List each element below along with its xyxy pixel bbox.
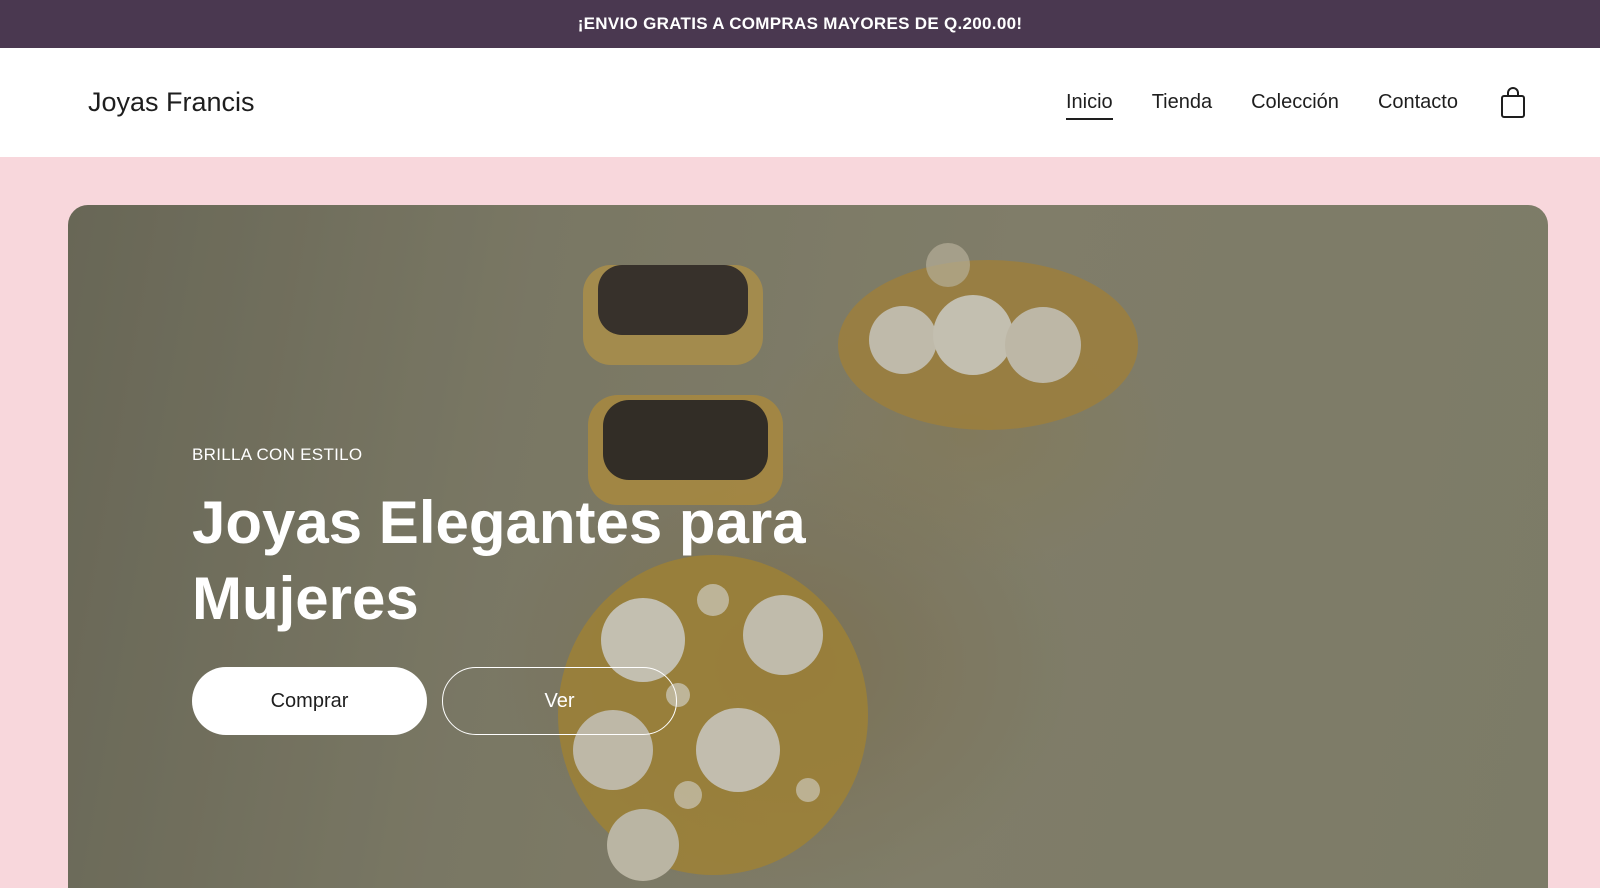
- shopping-bag-icon[interactable]: [1500, 86, 1528, 119]
- main-nav: Inicio Tienda Colección Contacto: [1027, 85, 1528, 120]
- brand-logo-text[interactable]: Joyas Francis: [88, 87, 255, 118]
- site-header: Joyas Francis Inicio Tienda Colección Co…: [0, 48, 1600, 157]
- hero-section: BRILLA CON ESTILO Joyas Elegantes para M…: [0, 157, 1600, 888]
- announcement-bar: ¡ENVIO GRATIS A COMPRAS MAYORES DE Q.200…: [0, 0, 1600, 48]
- hero-banner: BRILLA CON ESTILO Joyas Elegantes para M…: [68, 205, 1548, 888]
- hero-eyebrow: BRILLA CON ESTILO: [192, 445, 363, 464]
- announcement-text: ¡ENVIO GRATIS A COMPRAS MAYORES DE Q.200…: [577, 14, 1023, 33]
- nav-item-tienda[interactable]: Tienda: [1152, 85, 1212, 120]
- nav-item-contacto[interactable]: Contacto: [1378, 85, 1458, 120]
- ver-button[interactable]: Ver: [442, 667, 677, 735]
- nav-item-inicio[interactable]: Inicio: [1065, 85, 1113, 120]
- comprar-button[interactable]: Comprar: [192, 667, 427, 735]
- hero-actions: Comprar Ver: [192, 667, 812, 735]
- hero-title: Joyas Elegantes para Mujeres: [192, 489, 806, 632]
- hero-content: BRILLA CON ESTILO Joyas Elegantes para M…: [192, 445, 812, 735]
- nav-item-coleccion[interactable]: Colección: [1251, 85, 1339, 120]
